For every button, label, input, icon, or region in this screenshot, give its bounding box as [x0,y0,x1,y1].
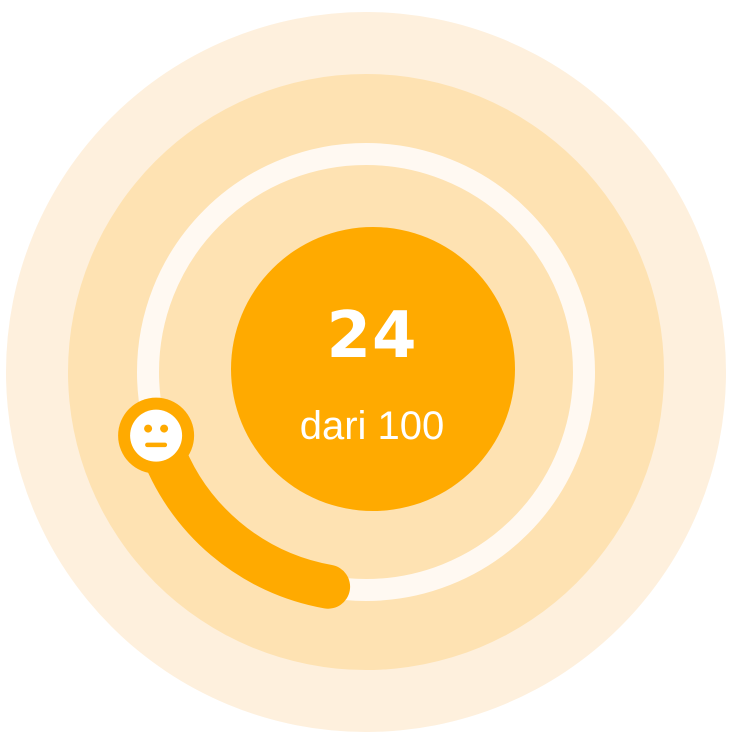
score-gauge-widget: 24 dari 100 [0,0,734,742]
score-value: 24 [326,299,418,373]
neutral-face-icon [118,397,195,474]
score-caption: dari 100 [299,404,445,448]
